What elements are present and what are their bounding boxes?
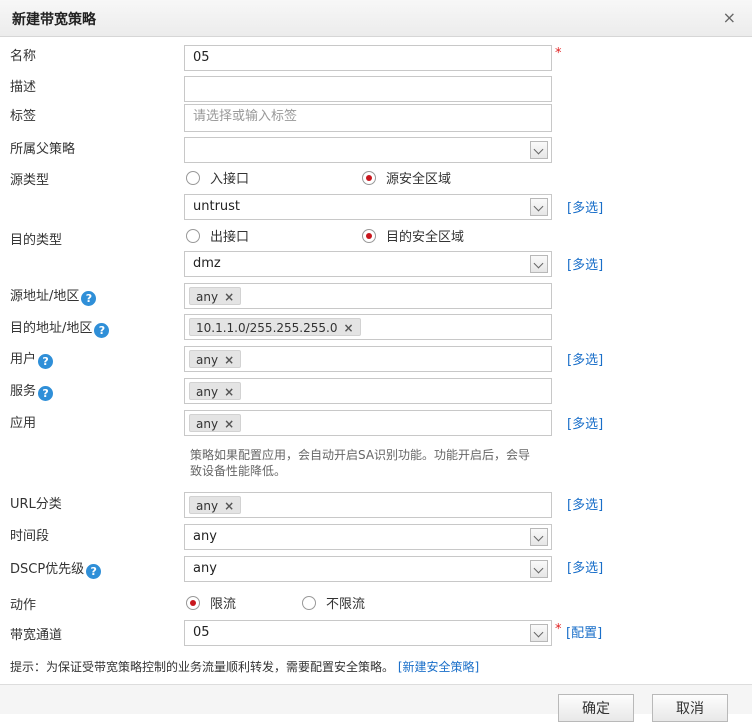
radio-limit[interactable]: 限流 <box>186 593 236 612</box>
address-tag: 10.1.1.0/255.255.255.0 × <box>189 318 361 336</box>
action-label: 动作 <box>10 598 37 613</box>
dst-zone-multi-link[interactable]: [多选] <box>567 254 603 273</box>
url-input[interactable]: any × <box>184 492 552 518</box>
dscp-label: DSCP优先级? <box>10 558 102 579</box>
radio-checked-icon <box>362 171 376 185</box>
tag-label: 标签 <box>10 109 37 124</box>
chevron-down-icon[interactable] <box>530 141 548 159</box>
remove-tag-icon[interactable]: × <box>224 417 234 431</box>
dscp-multi-link[interactable]: [多选] <box>567 557 603 576</box>
tag-placeholder: 请选择或输入标签 <box>193 109 298 124</box>
help-icon[interactable]: ? <box>38 354 54 369</box>
user-input[interactable]: any × <box>184 346 552 372</box>
user-label: 用户? <box>10 348 54 369</box>
time-label: 时间段 <box>10 529 50 544</box>
radio-circle-icon <box>186 229 200 243</box>
src-addr-input[interactable]: any × <box>184 283 552 309</box>
tag-input[interactable]: 请选择或输入标签 <box>184 104 552 132</box>
parent-select[interactable] <box>184 137 552 163</box>
app-hint-text: 策略如果配置应用，会自动开启SA识别功能。功能开启后，会导致设备性能降低。 <box>190 448 531 478</box>
radio-src-interface[interactable]: 入接口 <box>186 168 249 187</box>
radio-src-zone[interactable]: 源安全区域 <box>362 168 451 187</box>
remove-tag-icon[interactable]: × <box>224 290 234 304</box>
dialog-header: 新建带宽策略 × <box>0 0 752 37</box>
time-select[interactable]: any <box>184 524 552 550</box>
app-label: 应用 <box>10 416 37 431</box>
channel-label: 带宽通道 <box>10 628 63 643</box>
app-multi-link[interactable]: [多选] <box>567 413 603 432</box>
close-icon[interactable]: × <box>723 8 736 27</box>
name-input[interactable]: 05 <box>184 45 552 71</box>
help-icon[interactable]: ? <box>81 291 97 306</box>
service-tag: any × <box>189 382 242 400</box>
help-icon[interactable]: ? <box>94 323 110 338</box>
parent-label: 所属父策略 <box>10 142 76 157</box>
dialog-title: 新建带宽策略 <box>12 12 96 28</box>
cancel-button[interactable]: 取消 <box>652 694 728 722</box>
chevron-down-icon[interactable] <box>530 560 548 578</box>
chevron-down-icon[interactable] <box>530 528 548 546</box>
chevron-down-icon[interactable] <box>530 624 548 642</box>
desc-label: 描述 <box>10 80 37 95</box>
radio-circle-icon <box>302 596 316 610</box>
service-label: 服务? <box>10 380 54 401</box>
chevron-down-icon[interactable] <box>530 198 548 216</box>
name-value: 05 <box>193 50 210 65</box>
channel-config-link[interactable]: [配置] <box>566 622 602 641</box>
radio-checked-icon <box>362 229 376 243</box>
user-multi-link[interactable]: [多选] <box>567 349 603 368</box>
app-input[interactable]: any × <box>184 410 552 436</box>
desc-input[interactable] <box>184 76 552 102</box>
dst-type-label: 目的类型 <box>10 233 63 248</box>
dscp-select[interactable]: any <box>184 556 552 582</box>
name-required-mark: * <box>555 46 562 61</box>
channel-required-mark: * <box>555 622 562 637</box>
new-security-policy-link[interactable]: [新建安全策略] <box>398 660 479 674</box>
src-type-label: 源类型 <box>10 173 50 188</box>
app-tag: any × <box>189 414 242 432</box>
address-tag: any × <box>189 287 242 305</box>
security-policy-tip: 提示：为保证受带宽策略控制的业务流量顺利转发，需要配置安全策略。 [新建安全策略… <box>10 660 480 674</box>
help-icon[interactable]: ? <box>38 386 54 401</box>
ok-button[interactable]: 确定 <box>558 694 634 722</box>
url-label: URL分类 <box>10 497 62 512</box>
dialog-footer <box>0 684 752 714</box>
user-tag: any × <box>189 350 242 368</box>
radio-no-limit[interactable]: 不限流 <box>302 593 365 612</box>
name-label: 名称 <box>10 49 37 64</box>
src-zone-multi-link[interactable]: [多选] <box>567 197 603 216</box>
chevron-down-icon[interactable] <box>530 255 548 273</box>
dst-addr-label: 目的地址/地区? <box>10 317 110 338</box>
remove-tag-icon[interactable]: × <box>224 385 234 399</box>
radio-dst-interface[interactable]: 出接口 <box>186 226 249 245</box>
remove-tag-icon[interactable]: × <box>343 321 353 335</box>
radio-checked-icon <box>186 596 200 610</box>
url-multi-link[interactable]: [多选] <box>567 494 603 513</box>
radio-dst-zone[interactable]: 目的安全区域 <box>362 226 464 245</box>
src-addr-label: 源地址/地区? <box>10 285 97 306</box>
url-tag: any × <box>189 496 242 514</box>
remove-tag-icon[interactable]: × <box>224 353 234 367</box>
channel-select[interactable]: 05 <box>184 620 552 646</box>
radio-circle-icon <box>186 171 200 185</box>
dst-addr-input[interactable]: 10.1.1.0/255.255.255.0 × <box>184 314 552 340</box>
src-zone-select[interactable]: untrust <box>184 194 552 220</box>
dst-zone-select[interactable]: dmz <box>184 251 552 277</box>
help-icon[interactable]: ? <box>86 564 102 579</box>
remove-tag-icon[interactable]: × <box>224 499 234 513</box>
service-input[interactable]: any × <box>184 378 552 404</box>
